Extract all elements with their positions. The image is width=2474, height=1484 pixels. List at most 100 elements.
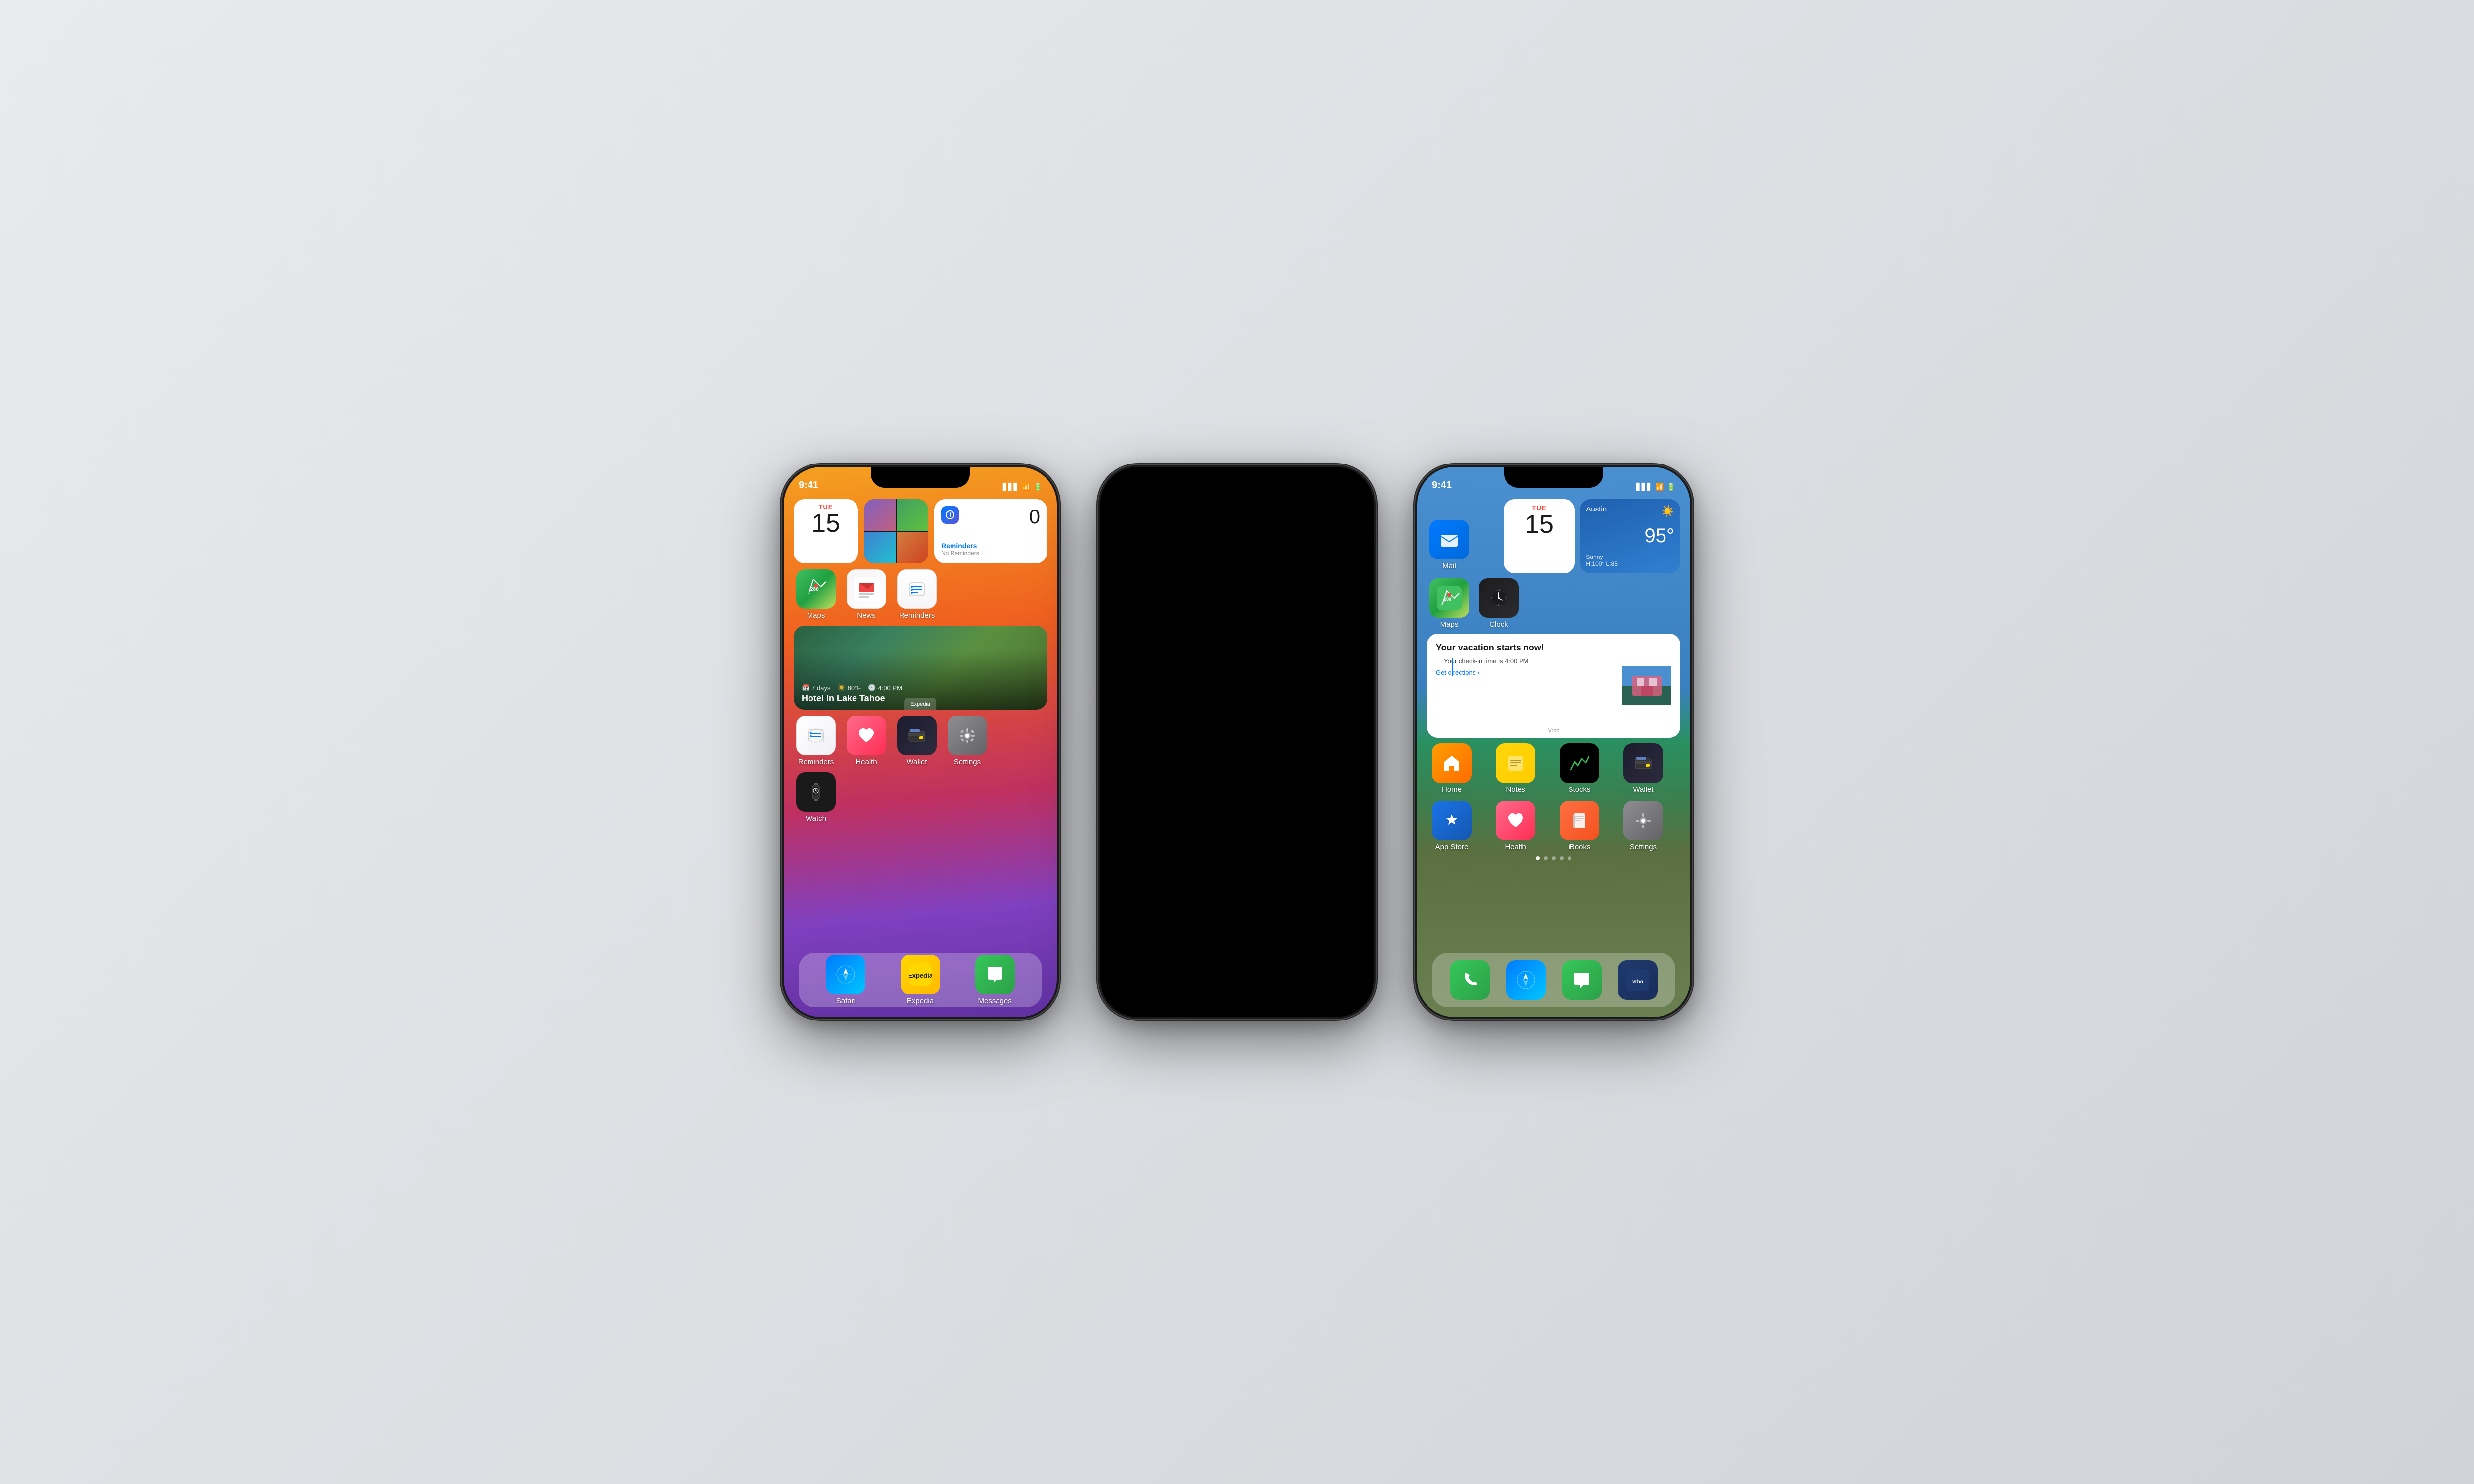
app-clock-p3[interactable]: 12 3 6 9 Clock <box>1476 578 1521 629</box>
expedia-temp: ☀️80°F <box>838 684 861 692</box>
app-ibooks-p3[interactable]: iBooks <box>1557 801 1602 851</box>
vrbo-img <box>1622 666 1671 705</box>
app-item-health-p1[interactable]: Health <box>844 716 889 766</box>
app-item-settings-p1[interactable]: Settings <box>945 716 990 766</box>
app-item-watch-p1[interactable]: Watch <box>794 772 838 823</box>
dock-phone-p3[interactable] <box>1448 960 1492 1000</box>
app-maps-p3[interactable]: 280 Maps <box>1427 578 1472 629</box>
phone-3: 9:41 ▋▋▋ 📶 🔋 <box>1415 465 1692 1019</box>
dock-safari-p1[interactable]: Safari <box>823 955 868 1005</box>
p3-weather-widget[interactable]: Austin ☀️ 95° Sunny H:100° L:85° <box>1580 499 1680 573</box>
maps-icon-p3: 280 <box>1429 578 1469 618</box>
dot-5-p3 <box>1568 856 1571 860</box>
p1-row1: TUE 15 <box>794 499 1047 563</box>
vrbo-dock-icon-p3: vrbo <box>1618 960 1658 1000</box>
safari-dock-label-p1: Safari <box>836 997 856 1005</box>
app-item-maps-p1[interactable]: 280 Maps <box>794 569 838 620</box>
p1-photos-widget[interactable] <box>864 499 928 563</box>
svg-text:12: 12 <box>1497 589 1500 592</box>
notch-3 <box>1504 467 1603 488</box>
notch-1 <box>871 467 970 488</box>
expedia-dock-label-p1: Expedia <box>907 997 934 1005</box>
wallet-label-p1: Wallet <box>906 758 927 766</box>
app-item-reminders2-p1[interactable]: Reminders <box>794 716 838 766</box>
weather-city-p3: Austin <box>1586 505 1607 513</box>
app-appstore-p3[interactable]: App Store <box>1429 801 1474 851</box>
dock-expedia-p1[interactable]: Expedia Expedia <box>898 955 943 1005</box>
app-notes-p3[interactable]: Notes <box>1493 743 1538 794</box>
home-icon-p3 <box>1432 743 1472 783</box>
messages-dock-icon-p1 <box>975 955 1015 994</box>
notes-icon-p3 <box>1496 743 1535 783</box>
mail-label-p3: Mail <box>1442 562 1456 570</box>
mail-icon-p3 <box>1429 520 1469 559</box>
reminders-icon <box>941 506 959 524</box>
dot-2-p3 <box>1544 856 1548 860</box>
app-mail-p3[interactable]: Mail <box>1427 499 1472 573</box>
app-settings-p3[interactable]: Settings <box>1621 801 1665 851</box>
safari-dock-icon-p3 <box>1506 960 1546 1000</box>
p3-calendar-widget[interactable]: TUE 15 <box>1504 499 1575 573</box>
app-item-wallet-p1[interactable]: Wallet <box>895 716 939 766</box>
time-3: 9:41 <box>1432 480 1452 491</box>
photo-cell-2 <box>897 499 928 531</box>
status-icons-3: ▋▋▋ 📶 🔋 <box>1636 483 1675 491</box>
app-item-reminders-p1[interactable]: Reminders <box>895 569 939 620</box>
dock-vrbo-p3[interactable]: vrbo <box>1616 960 1660 1000</box>
phone-2: 9:41 ▋▋▋ 📶 🔋 <box>1098 465 1376 1019</box>
status-icons-1: ▋▋▋ 📶 🔋 <box>1003 483 1042 491</box>
reminders2-icon-p1 <box>796 716 836 755</box>
app-wallet-p3[interactable]: Wallet <box>1621 743 1665 794</box>
reminders2-label-p1: Reminders <box>798 758 834 766</box>
battery-icon-3: 🔋 <box>1667 483 1675 491</box>
maps-icon-p1: 280 <box>796 569 836 609</box>
notes-label-p3: Notes <box>1506 786 1525 794</box>
p1-expedia-widget[interactable]: 📅7 days ☀️80°F 🕓4:00 PM Hotel in Lake Ta… <box>794 626 1047 710</box>
news-label-p1: News <box>857 611 876 620</box>
vrbo-provider: Vrbo <box>1548 728 1560 734</box>
svg-text:vrbo: vrbo <box>1632 979 1643 985</box>
maps-label-p3: Maps <box>1440 620 1459 629</box>
dock-safari-p3[interactable] <box>1504 960 1548 1000</box>
p1-calendar-widget[interactable]: TUE 15 <box>794 499 858 563</box>
battery-icon-1: 🔋 <box>1034 483 1042 491</box>
reminders-label-p1: Reminders <box>899 611 935 620</box>
p1-row4: Reminders Health <box>794 716 1047 766</box>
app-health-p3[interactable]: Health <box>1493 801 1538 851</box>
messages-dock-icon-p3 <box>1562 960 1602 1000</box>
expedia-provider-badge: Expedia <box>904 698 936 710</box>
app-stocks-p3[interactable]: Stocks <box>1557 743 1602 794</box>
settings-icon-p3 <box>1623 801 1663 840</box>
app-home-p3[interactable]: Home <box>1429 743 1474 794</box>
vrbo-subtitle: Your check-in time is 4:00 PM <box>1436 657 1615 665</box>
cal-day-1: 15 <box>811 510 840 536</box>
wifi-icon-1: 📶 <box>1022 483 1030 491</box>
p3-vrbo-widget[interactable]: Your vacation starts now! Your check-in … <box>1427 634 1680 738</box>
clock-label-p3: Clock <box>1489 620 1508 629</box>
settings-label-p1: Settings <box>954 758 981 766</box>
signal-icon-1: ▋▋▋ <box>1003 483 1019 491</box>
vrbo-link[interactable]: Get directions › <box>1436 669 1615 676</box>
wallet-icon-p3 <box>1623 743 1663 783</box>
messages-dock-label-p1: Messages <box>978 997 1011 1005</box>
photo-cell-3 <box>864 532 896 563</box>
settings-label-p3: Settings <box>1630 843 1657 851</box>
app-item-news-p1[interactable]: News <box>844 569 889 620</box>
p3-app-grid: Home No <box>1427 743 1680 851</box>
dot-4-p3 <box>1560 856 1564 860</box>
watch-label-p1: Watch <box>806 814 826 823</box>
health-label-p1: Health <box>856 758 877 766</box>
dot-1-p3 <box>1536 856 1540 860</box>
svg-text:280: 280 <box>1444 597 1451 602</box>
wifi-icon-3: 📶 <box>1655 483 1664 491</box>
phone-dock-icon-p3 <box>1450 960 1490 1000</box>
p1-reminders-widget[interactable]: 0 Reminders No Reminders <box>934 499 1047 563</box>
dock-messages-p1[interactable]: Messages <box>973 955 1017 1005</box>
health-icon-p3 <box>1496 801 1535 840</box>
dock-messages-p3[interactable] <box>1560 960 1604 1000</box>
signal-icon-3: ▋▋▋ <box>1636 483 1652 491</box>
svg-text:9: 9 <box>1491 597 1493 600</box>
safari-dock-icon-p1 <box>826 955 865 994</box>
news-icon-p1 <box>847 569 886 609</box>
maps-label-p1: Maps <box>807 611 825 620</box>
